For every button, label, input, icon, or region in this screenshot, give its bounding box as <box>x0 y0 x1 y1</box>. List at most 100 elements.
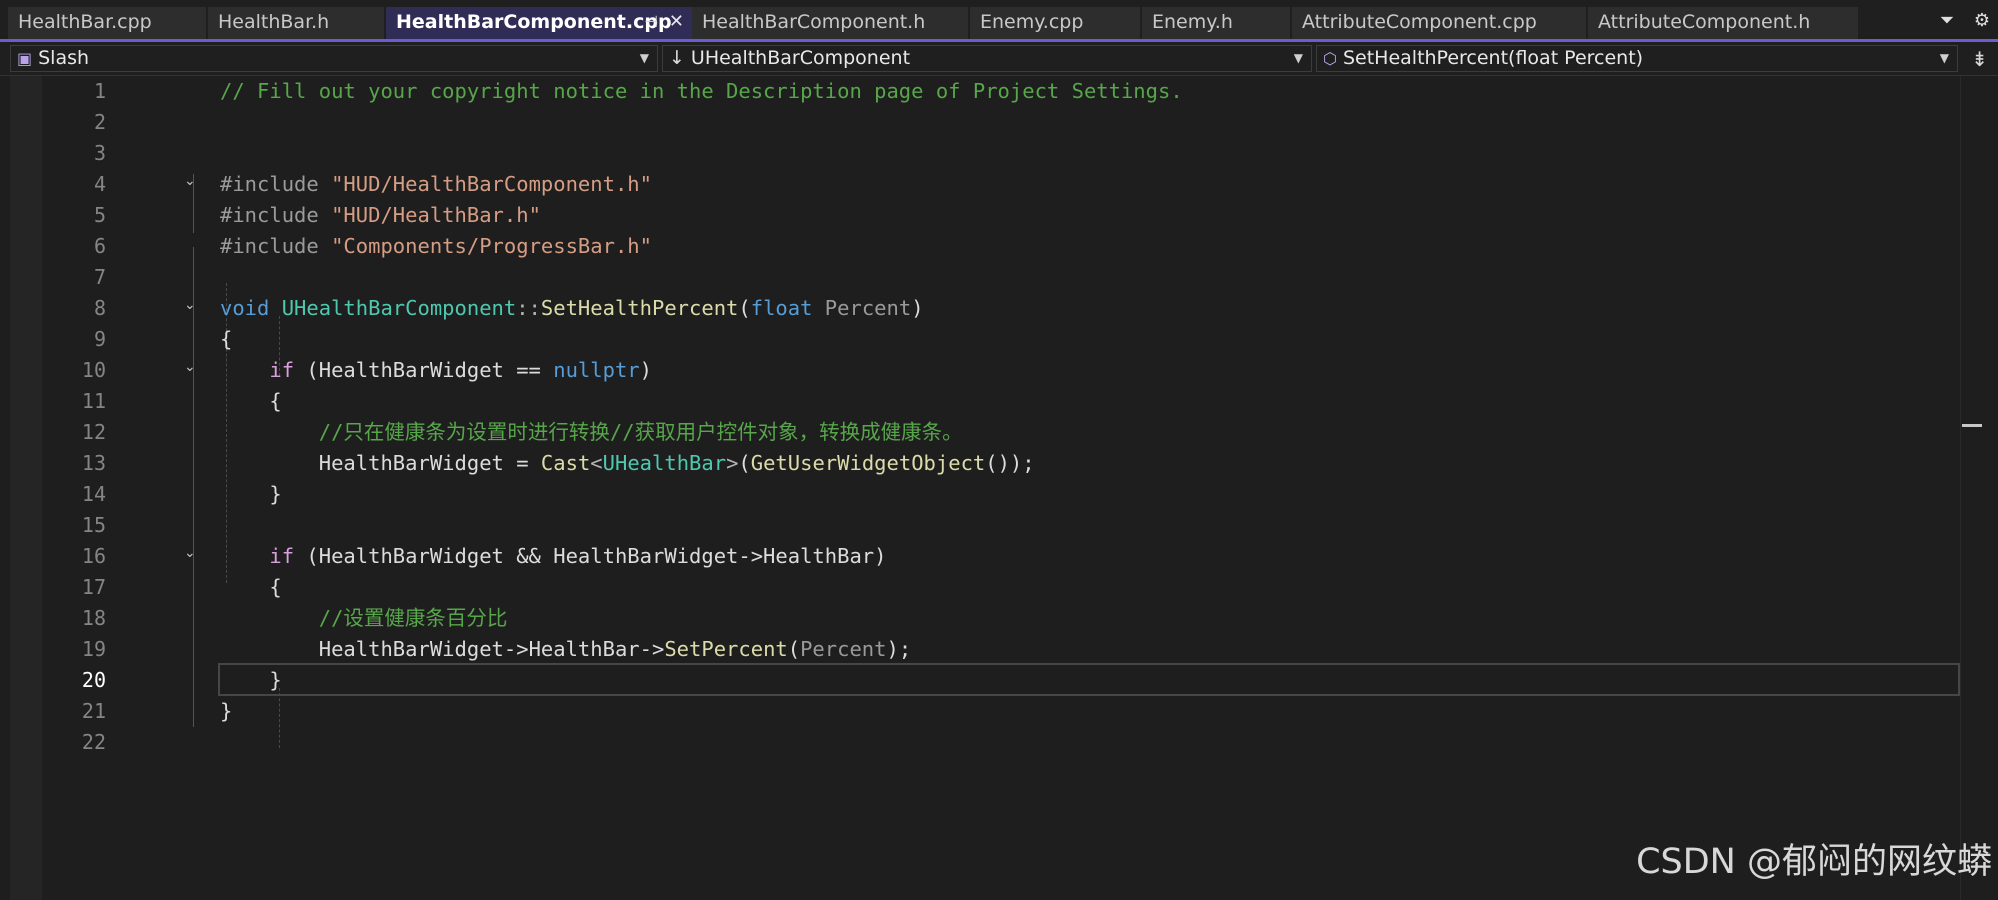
function-name: SetPercent <box>664 637 788 661</box>
line-number: 5 <box>93 203 106 227</box>
class-name: UHealthBarComponent <box>281 296 517 320</box>
code-line-13: 13 HealthBarWidget = Cast<UHealthBar>(Ge… <box>0 448 1998 479</box>
code-text: HealthBarWidget = Cast<UHealthBar>(GetUs… <box>220 448 1035 479</box>
line-number: 13 <box>81 451 106 475</box>
code-line-22: 22 <box>0 727 1998 758</box>
keyword: void <box>220 296 270 320</box>
tab-label: AttributeComponent.cpp <box>1302 11 1537 33</box>
chevron-down-icon[interactable]: ⌄ <box>184 173 196 189</box>
gear-icon[interactable]: ⚙ <box>1974 10 1990 31</box>
code-text: } <box>220 696 232 727</box>
class-name: UHealthBar <box>602 451 727 475</box>
tab-attributecomponent-h[interactable]: AttributeComponent.h <box>1588 7 1858 39</box>
split-editor-icon[interactable]: ⇟ <box>1971 47 1988 71</box>
code-line-8: 8 ⌄ void UHealthBarComponent::SetHealthP… <box>0 293 1998 324</box>
punct: ) <box>639 358 652 382</box>
expr: HealthBarWidget->HealthBar-> <box>318 637 665 661</box>
code-line-4: 4 ⌄ #include "HUD/HealthBarComponent.h" <box>0 169 1998 200</box>
brace: { <box>220 327 233 351</box>
project-label: Slash <box>38 47 90 69</box>
keyword: float <box>750 296 813 320</box>
tab-enemy-cpp[interactable]: Enemy.cpp <box>970 7 1140 39</box>
code-line-6: 6 #include "Components/ProgressBar.h" <box>0 231 1998 262</box>
line-number: 8 <box>93 296 106 320</box>
code-line-18: 18 //设置健康条百分比 <box>0 603 1998 634</box>
punct: ); <box>886 637 912 661</box>
line-number: 12 <box>81 420 106 444</box>
line-number: 7 <box>93 265 106 289</box>
vertical-scrollbar[interactable] <box>1960 76 1983 900</box>
operator: < <box>590 451 603 475</box>
code-line-20: 20 } <box>0 665 1998 696</box>
tab-healthbarcomponent-h[interactable]: HealthBarComponent.h <box>692 7 968 39</box>
keyword: nullptr <box>553 358 640 382</box>
tab-healthbar-cpp[interactable]: HealthBar.cpp <box>8 7 206 39</box>
line-number: 16 <box>81 544 106 568</box>
parameter: Percent <box>824 296 912 320</box>
brace: } <box>269 668 282 692</box>
comment: //设置健康条百分比 <box>318 606 508 630</box>
document-tab-strip: HealthBar.cpp HealthBar.h HealthBarCompo… <box>0 0 1998 42</box>
tab-label: HealthBar.h <box>218 11 330 33</box>
code-line-12: 12 //只在健康条为设置时进行转换//获取用户控件对象，转换成健康条。 <box>0 417 1998 448</box>
brace: } <box>220 699 233 723</box>
chevron-down-icon: ▼ <box>1293 51 1303 65</box>
pin-icon[interactable]: ⊣ <box>644 7 658 37</box>
code-text: HealthBarWidget->HealthBar->SetPercent(P… <box>220 634 911 665</box>
code-text: { <box>220 324 232 355</box>
expr: (HealthBarWidget == <box>294 358 554 382</box>
code-text: if (HealthBarWidget == nullptr) <box>220 355 652 386</box>
navigation-bar: ▣ Slash ▼ ↓ UHealthBarComponent ▼ ⬡ SetHeal… <box>0 42 1998 76</box>
tab-attributecomponent-cpp[interactable]: AttributeComponent.cpp <box>1292 7 1586 39</box>
tab-label: Enemy.h <box>1152 11 1233 33</box>
operator: > <box>726 451 739 475</box>
scope-label: UHealthBarComponent <box>690 47 911 69</box>
preprocessor: #include <box>220 234 332 258</box>
line-number: 2 <box>93 110 106 134</box>
code-line-16: 16 ⌄ if (HealthBarWidget && HealthBarWid… <box>0 541 1998 572</box>
code-text: void UHealthBarComponent::SetHealthPerce… <box>220 293 924 324</box>
code-line-14: 14 } <box>0 479 1998 510</box>
code-text: #include "HUD/HealthBarComponent.h" <box>220 169 652 200</box>
code-text: //只在健康条为设置时进行转换//获取用户控件对象，转换成健康条。 <box>220 417 963 448</box>
chevron-down-icon[interactable]: ⌄ <box>184 297 196 313</box>
code-text: #include "HUD/HealthBar.h" <box>220 200 541 231</box>
code-editor[interactable]: 1 // Fill out your copyright notice in t… <box>0 76 1998 900</box>
line-number: 3 <box>93 141 106 165</box>
punct: ( <box>787 637 801 661</box>
tab-healthbar-h[interactable]: HealthBar.h <box>208 7 384 39</box>
brace: { <box>269 575 282 599</box>
punct: ) <box>911 296 924 320</box>
tab-label: Enemy.cpp <box>980 11 1084 33</box>
tab-tools: ⏷ ⚙ <box>1926 10 1990 31</box>
line-number: 20 <box>81 668 106 692</box>
line-number: 22 <box>81 730 106 754</box>
tab-enemy-h[interactable]: Enemy.h <box>1142 7 1290 39</box>
code-line-21: 21 } <box>0 696 1998 727</box>
tab-healthbarcomponent-cpp[interactable]: HealthBarComponent.cpp ⊣ ✕ <box>386 7 694 39</box>
code-line-7: 7 <box>0 262 1998 293</box>
comment: // Fill out your copyright notice in the… <box>220 79 1183 103</box>
code-text: } <box>220 479 282 510</box>
tab-label: HealthBarComponent.h <box>702 11 926 33</box>
tab-overflow-icon[interactable]: ⏷ <box>1940 10 1954 31</box>
code-line-17: 17 { <box>0 572 1998 603</box>
method-cube-icon: ⬡ <box>1323 49 1337 68</box>
code-text: #include "Components/ProgressBar.h" <box>220 231 652 262</box>
brace: } <box>269 482 282 506</box>
code-text: } <box>220 665 282 696</box>
scope-dropdown[interactable]: ↓ UHealthBarComponent ▼ <box>662 45 1312 72</box>
chevron-down-icon[interactable]: ⌄ <box>184 359 196 375</box>
code-line-19: 19 HealthBarWidget->HealthBar->SetPercen… <box>0 634 1998 665</box>
chevron-down-icon[interactable]: ⌄ <box>184 545 196 561</box>
punct: ( <box>738 296 751 320</box>
member-label: SetHealthPercent(float Percent) <box>1342 47 1644 69</box>
code-text: // Fill out your copyright notice in the… <box>220 76 1183 107</box>
member-dropdown[interactable]: ⬡ SetHealthPercent(float Percent) ▼ <box>1316 45 1958 72</box>
line-number: 9 <box>93 327 106 351</box>
code-text: { <box>220 386 281 417</box>
close-icon[interactable]: ✕ <box>669 7 684 37</box>
string: "HUD/HealthBar.h" <box>331 203 541 227</box>
project-dropdown[interactable]: ▣ Slash ▼ <box>10 45 658 72</box>
function-name: Cast <box>540 451 591 475</box>
